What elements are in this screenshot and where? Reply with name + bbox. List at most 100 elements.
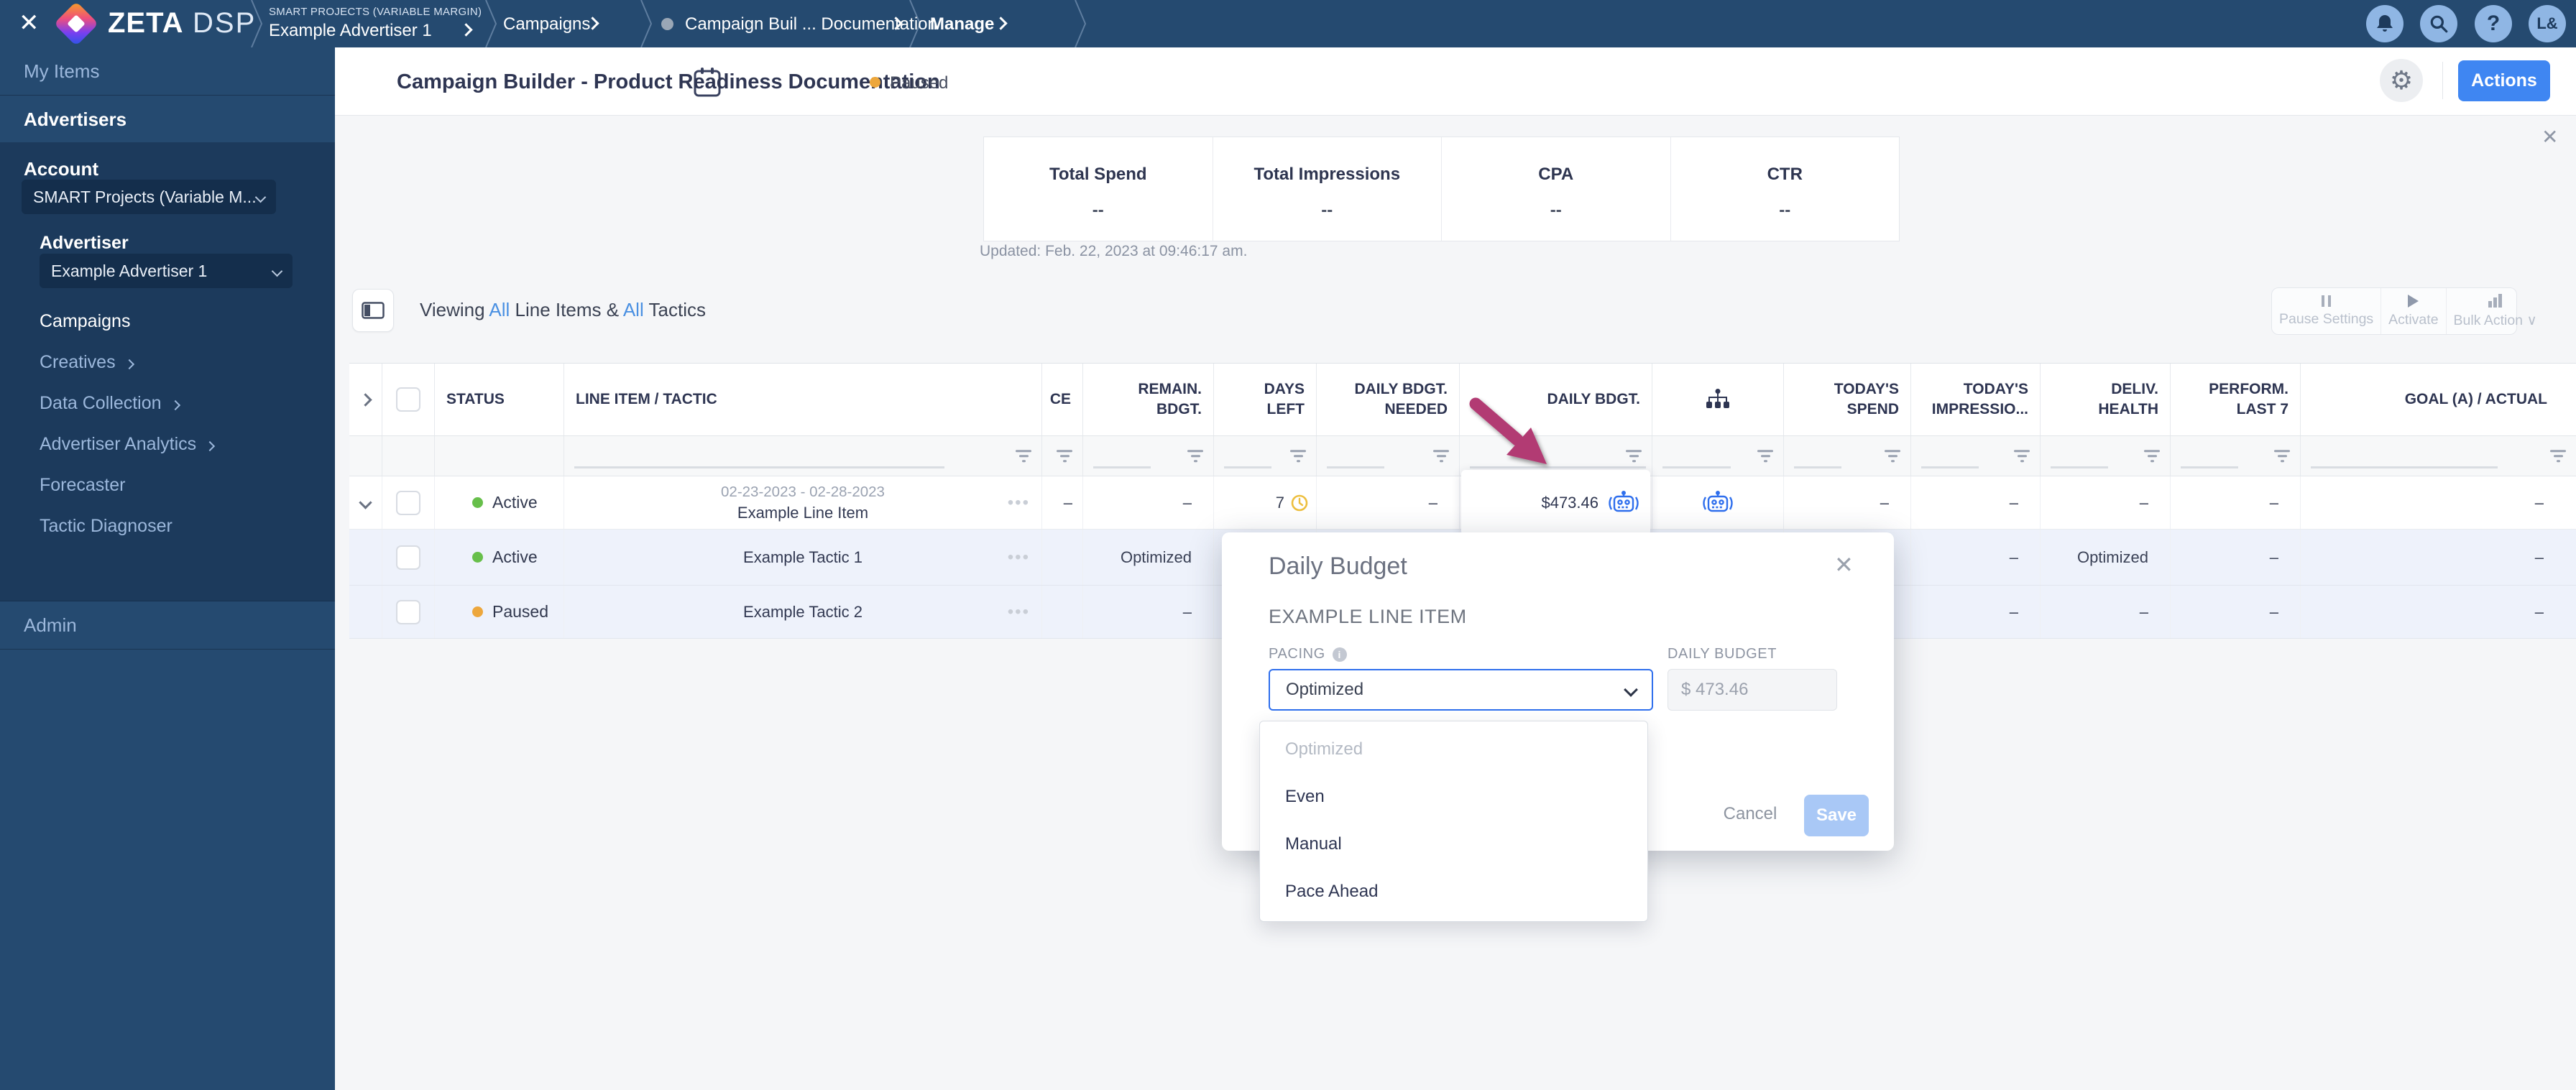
column-performance-last-7[interactable]: PERFORM. LAST 7	[2171, 364, 2301, 435]
filter-icon[interactable]	[2274, 449, 2290, 463]
filter-input[interactable]	[1327, 466, 1384, 468]
filter-icon[interactable]	[2550, 449, 2566, 463]
select-all-checkbox[interactable]	[396, 387, 420, 412]
column-goal-actual[interactable]: GOAL (A) / ACTUAL	[2301, 364, 2576, 435]
columns-icon	[362, 302, 385, 319]
advertiser-label: Advertiser	[40, 233, 129, 253]
filter-input[interactable]	[1921, 466, 1979, 468]
sidebar-item-advertiser-analytics[interactable]: Advertiser Analytics	[40, 434, 216, 455]
daily-budget-input[interactable]	[1668, 669, 1837, 711]
stats-close-icon[interactable]: ✕	[2542, 125, 2558, 149]
avatar[interactable]: L&	[2529, 5, 2566, 42]
filter-icon[interactable]	[1757, 449, 1773, 463]
settings-button[interactable]: ⚙	[2380, 59, 2423, 102]
sidebar-item-advertisers[interactable]: Advertisers	[0, 96, 335, 144]
row-checkbox[interactable]	[396, 490, 420, 515]
activate-button[interactable]: Activate	[2381, 288, 2447, 334]
breadcrumb-campaigns[interactable]: Campaigns	[503, 14, 590, 34]
zeta-logo-icon	[53, 1, 99, 47]
stat-ctr: CTR --	[1767, 165, 1803, 220]
pacing-select[interactable]: Optimized	[1269, 669, 1653, 711]
chevron-down-icon[interactable]	[359, 496, 372, 509]
modal-close-icon[interactable]: ✕	[1834, 551, 1854, 578]
daily-budget-card[interactable]: $473.46	[1461, 470, 1650, 535]
breadcrumb-advertiser[interactable]: Example Advertiser 1	[269, 21, 432, 41]
save-button[interactable]: Save	[1804, 795, 1869, 836]
filter-input[interactable]	[1093, 466, 1151, 468]
filter-input[interactable]	[2051, 466, 2108, 468]
option-even[interactable]: Even	[1260, 773, 1647, 821]
filter-icon[interactable]	[1057, 449, 1072, 463]
column-delivery-health[interactable]: DELIV. HEALTH	[2041, 364, 2171, 435]
pause-icon	[2322, 295, 2332, 307]
column-remaining-budget[interactable]: REMAIN. BDGT.	[1083, 364, 1214, 435]
line-item-name: Example Line Item	[737, 503, 869, 522]
row-checkbox[interactable]	[396, 599, 420, 624]
chevron-down-icon	[271, 265, 283, 277]
tactic-cell[interactable]: Example Tactic 2 •••	[564, 586, 1042, 638]
viewing-summary: Viewing All Line Items & All Tactics	[420, 299, 706, 320]
expand-all-cell[interactable]	[349, 364, 382, 435]
play-icon	[2408, 294, 2419, 308]
filter-icon[interactable]	[1626, 449, 1642, 463]
filter-input[interactable]	[574, 466, 944, 468]
hierarchy-cell[interactable]	[1652, 476, 1784, 529]
option-manual[interactable]: Manual	[1260, 821, 1647, 868]
filter-icon[interactable]	[1187, 449, 1203, 463]
sidebar-item-tactic-diagnoser[interactable]: Tactic Diagnoser	[40, 516, 172, 537]
column-todays-impressions[interactable]: TODAY'S IMPRESSIO...	[1911, 364, 2041, 435]
row-checkbox[interactable]	[396, 545, 420, 570]
all-tactics-link[interactable]: All	[623, 299, 644, 320]
all-line-items-link[interactable]: All	[489, 299, 510, 320]
line-item-cell[interactable]: 02-23-2023 - 02-28-2023 Example Line Ite…	[564, 476, 1042, 529]
sidebar-item-data-collection[interactable]: Data Collection	[40, 393, 180, 414]
filter-input[interactable]	[2311, 466, 2498, 468]
column-todays-spend[interactable]: TODAY'S SPEND	[1784, 364, 1911, 435]
notifications-button[interactable]	[2366, 5, 2404, 42]
account-select[interactable]: SMART Projects (Variable M...	[22, 180, 276, 214]
sidebar-item-campaigns[interactable]: Campaigns	[40, 311, 130, 332]
filter-input[interactable]	[1794, 466, 1841, 468]
sidebar-item-forecaster[interactable]: Forecaster	[40, 475, 125, 496]
modal-line-item-name: EXAMPLE LINE ITEM	[1269, 606, 1467, 627]
close-icon[interactable]: ✕	[19, 9, 40, 37]
filter-icon[interactable]	[1016, 449, 1031, 463]
sidebar-item-admin[interactable]: Admin	[0, 601, 335, 650]
stat-total-spend: Total Spend --	[984, 137, 1213, 241]
tactic-cell[interactable]: Example Tactic 1 •••	[564, 530, 1042, 585]
delivery-health-cell: –	[2041, 476, 2171, 529]
column-days-left[interactable]: DAYS LEFT	[1214, 364, 1317, 435]
option-pace-ahead[interactable]: Pace Ahead	[1260, 868, 1647, 915]
option-optimized[interactable]: Optimized	[1260, 726, 1647, 773]
row-menu-icon[interactable]: •••	[1008, 602, 1030, 622]
column-pace[interactable]: CE	[1042, 364, 1083, 435]
pause-settings-button[interactable]: Pause Settings	[2272, 288, 2382, 334]
filter-icon[interactable]	[1433, 449, 1449, 463]
page-title: Campaign Builder - Product Readiness Doc…	[397, 70, 940, 93]
row-menu-icon[interactable]: •••	[1008, 548, 1030, 568]
filter-input[interactable]	[1662, 466, 1731, 468]
campaign-status-text: Paused	[890, 73, 949, 93]
sidebar-item-creatives[interactable]: Creatives	[40, 352, 134, 373]
filter-input[interactable]	[1224, 466, 1271, 468]
column-status[interactable]: STATUS	[435, 364, 564, 435]
row-menu-icon[interactable]: •••	[1008, 493, 1030, 513]
column-daily-budget-needed[interactable]: DAILY BDGT. NEEDED	[1317, 364, 1460, 435]
filter-icon[interactable]	[1885, 449, 1900, 463]
actions-button[interactable]: Actions	[2458, 60, 2550, 101]
filter-icon[interactable]	[2014, 449, 2030, 463]
breadcrumb-manage[interactable]: Manage	[930, 14, 994, 34]
column-hierarchy[interactable]	[1652, 364, 1784, 435]
filter-icon[interactable]	[1290, 449, 1306, 463]
cancel-button[interactable]: Cancel	[1718, 804, 1782, 824]
search-button[interactable]	[2420, 5, 2457, 42]
bulk-action-button[interactable]: Bulk Action ∨	[2447, 288, 2544, 334]
advertiser-select[interactable]: Example Advertiser 1	[40, 254, 293, 288]
help-button[interactable]: ?	[2475, 5, 2512, 42]
columns-toggle-button[interactable]	[352, 289, 394, 332]
info-icon[interactable]: i	[1332, 647, 1347, 662]
sidebar-item-my-items[interactable]: My Items	[0, 47, 335, 96]
filter-input[interactable]	[2181, 466, 2238, 468]
column-line-item-tactic[interactable]: LINE ITEM / TACTIC	[564, 364, 1042, 435]
filter-icon[interactable]	[2144, 449, 2160, 463]
